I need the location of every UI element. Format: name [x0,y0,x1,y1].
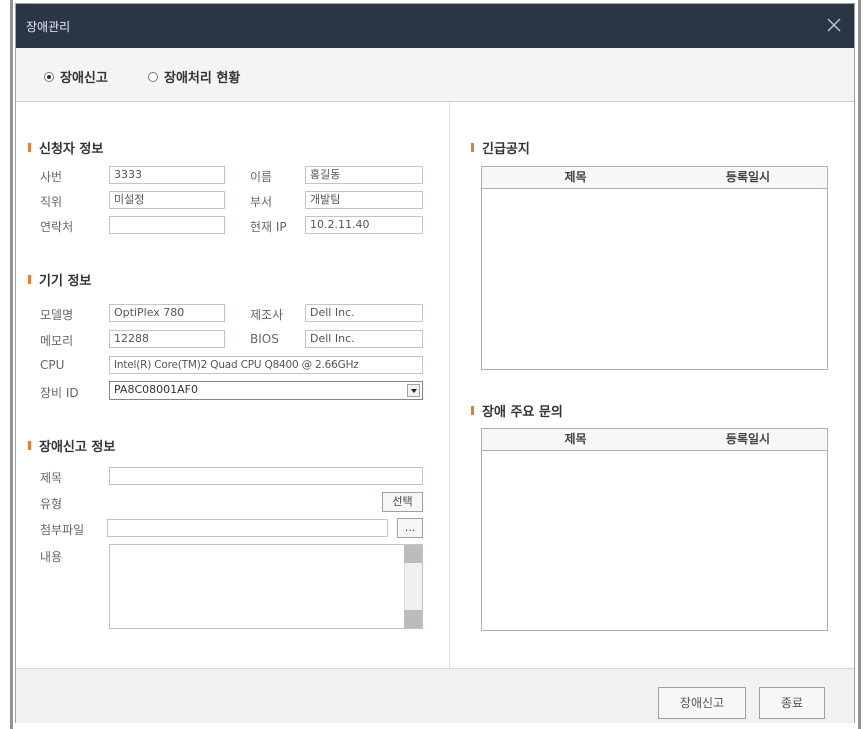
section-marker-icon [28,143,31,152]
type-select-button[interactable]: 선택 [382,492,423,512]
close-icon[interactable] [822,13,846,37]
window-title: 장애관리 [26,20,71,34]
content-area: 신청자 정보 사번 3333 이름 홍길동 직위 미설정 부서 개발팀 연락처 … [16,102,854,668]
window-shadow-left [10,0,13,729]
column-divider [449,102,450,668]
titlebar: 장애관리 [16,4,854,48]
notice-table-header: 제목 등록일시 [482,167,827,189]
device-id-select[interactable]: PA8C08001AF0 [109,381,423,400]
position-field[interactable]: 미설정 [109,191,225,209]
ip-field[interactable]: 10.2.11.40 [305,216,423,234]
close-button[interactable]: 종료 [759,687,825,719]
section-report-info: 장애신고 정보 [28,436,115,455]
radio-fault-status-label: 장애처리 현황 [164,71,241,86]
content-label: 내용 [40,550,63,564]
scroll-down-icon[interactable] [404,610,422,628]
emp-no-field[interactable]: 3333 [109,166,225,184]
memory-label: 메모리 [40,334,74,348]
bios-field: Dell Inc. [305,330,423,348]
section-marker-icon [28,441,31,450]
position-label: 직위 [40,195,63,209]
maker-label: 제조사 [250,308,284,322]
faq-table: 제목 등록일시 [481,428,828,631]
footer-bar: 장애신고 종료 [16,668,854,723]
fault-management-dialog: 장애관리 장애신고 장애처리 현황 신청자 정보 사번 3333 이름 홍길동 … [15,3,855,723]
dept-field[interactable]: 개발팀 [305,191,423,209]
dropdown-arrow-icon[interactable] [407,384,420,397]
memory-field: 12288 [109,330,225,348]
section-marker-icon [471,406,474,415]
radio-unselected-icon[interactable] [148,71,158,82]
cpu-label: CPU [40,358,65,372]
section-requester-title: 신청자 정보 [39,142,104,157]
section-faq: 장애 주요 문의 [471,401,563,420]
attach-browse-button[interactable]: ... [397,518,423,538]
radio-fault-status[interactable]: 장애처리 현황 [148,67,240,86]
dept-label: 부서 [250,195,273,209]
section-marker-icon [471,143,474,152]
maker-field: Dell Inc. [305,304,423,322]
subject-label: 제목 [40,471,63,485]
ip-label: 현재 IP [250,220,287,234]
scroll-up-icon[interactable] [404,545,422,563]
attach-label: 첨부파일 [40,523,85,537]
model-label: 모델명 [40,308,74,322]
bios-label: BIOS [250,332,279,346]
mode-bar: 장애신고 장애처리 현황 [16,48,854,102]
name-label: 이름 [250,170,273,184]
faq-col-subject: 제목 [564,432,587,446]
section-device-info: 기기 정보 [28,270,91,289]
cpu-field: Intel(R) Core(TM)2 Quad CPU Q8400 @ 2.66… [109,356,423,374]
faq-col-date: 등록일시 [725,432,771,446]
notice-col-date: 등록일시 [725,170,771,184]
emp-no-label: 사번 [40,170,63,184]
subject-input[interactable] [109,467,423,485]
submit-report-button[interactable]: 장애신고 [658,687,746,719]
model-field: OptiPlex 780 [109,304,225,322]
section-notice: 긴급공지 [471,138,530,157]
faq-table-header: 제목 등록일시 [482,429,827,451]
contact-label: 연락처 [40,220,74,234]
type-label: 유형 [40,497,63,511]
radio-fault-report[interactable]: 장애신고 [44,67,108,86]
device-id-label: 장비 ID [40,386,79,400]
section-marker-icon [28,275,31,284]
section-report-title: 장애신고 정보 [39,440,116,455]
contact-field[interactable] [109,216,225,234]
notice-table: 제목 등록일시 [481,166,828,370]
name-field[interactable]: 홍길동 [305,166,423,184]
section-requester-info: 신청자 정보 [28,138,103,157]
radio-fault-report-label: 장애신고 [60,71,108,86]
content-textarea[interactable] [109,544,423,629]
device-id-value: PA8C08001AF0 [114,383,198,396]
radio-selected-icon[interactable] [44,71,54,82]
attach-input[interactable] [107,519,388,537]
section-faq-title: 장애 주요 문의 [482,405,563,420]
window-shadow-right [858,0,861,729]
notice-col-subject: 제목 [564,170,587,184]
section-device-title: 기기 정보 [39,274,92,289]
section-notice-title: 긴급공지 [482,142,530,157]
